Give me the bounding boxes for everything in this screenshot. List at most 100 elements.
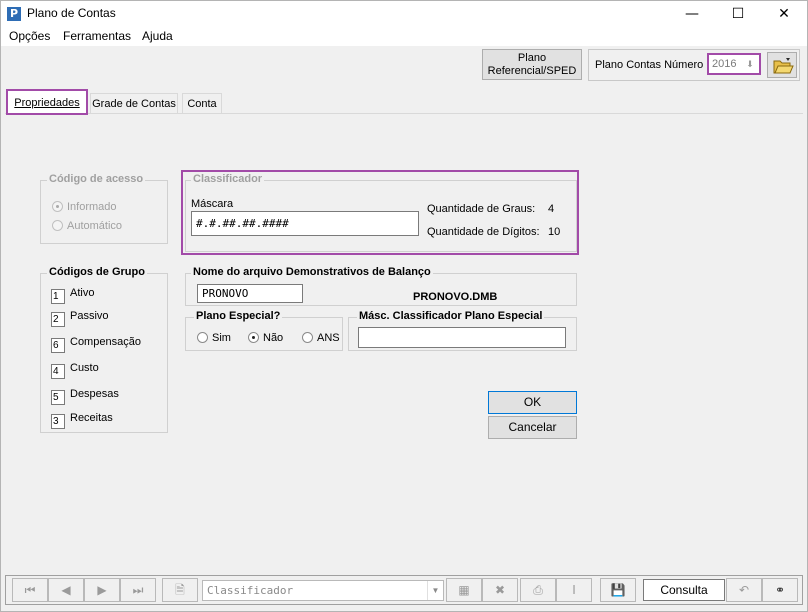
tab-divider — [5, 113, 803, 114]
demonstrativos-value: PRONOVO — [202, 287, 249, 300]
masc-especial-input[interactable] — [358, 327, 566, 348]
tab-grade-de-contas-label: Grade de Contas — [92, 98, 176, 110]
plano-referencial-line2: Referencial/SPED — [487, 65, 577, 77]
print-icon[interactable]: ⎙ — [520, 578, 556, 602]
cancel-button[interactable]: Cancelar — [488, 416, 577, 439]
undo-icon[interactable]: ↶ — [726, 578, 762, 602]
codigo-acesso-group: Código de acesso Informado Automático — [40, 173, 168, 244]
plano-especial-title: Plano Especial? — [194, 310, 283, 322]
radio-automatico[interactable]: Automático — [52, 220, 122, 232]
grupo-code-field[interactable]: 3 — [51, 414, 65, 429]
cancel-label: Cancelar — [508, 420, 557, 434]
radio-sim-dot — [197, 332, 208, 343]
grupo-code-field[interactable]: 4 — [51, 364, 65, 379]
next-record-icon[interactable]: ▶ — [84, 578, 120, 602]
tab-propriedades[interactable]: Propriedades — [6, 89, 88, 115]
plano-especial-group: Plano Especial? Sim Não ANS — [185, 310, 343, 351]
close-icon[interactable]: ✕ — [761, 1, 807, 27]
mascara-label: Máscara — [191, 198, 234, 210]
ok-button[interactable]: OK — [488, 391, 577, 414]
plano-referencial-button[interactable]: Plano Referencial/SPED — [482, 49, 582, 80]
open-folder-icon — [773, 58, 794, 74]
first-record-icon[interactable]: ⏮ — [12, 578, 48, 602]
chevron-down-icon[interactable]: ▼ — [427, 581, 443, 600]
codigos-grupo-group: Códigos de Grupo 1 Ativo 2 Passivo 6 Compen… — [40, 266, 168, 433]
grupo-row-ativo: 1 Ativo — [51, 287, 94, 304]
grupo-code-field[interactable]: 6 — [51, 338, 65, 353]
digitos-label: Quantidade de Dígitos: — [427, 226, 540, 238]
grupo-label: Ativo — [70, 287, 95, 299]
plano-referencial-line1: Plano — [517, 52, 547, 64]
tab-grade-de-contas[interactable]: Grade de Contas — [90, 93, 178, 113]
ok-label: OK — [523, 395, 542, 409]
mascara-value: #.#.##.##.#### — [196, 217, 289, 230]
grupo-label: Passivo — [70, 310, 109, 322]
tab-conta[interactable]: Conta — [182, 93, 222, 113]
radio-informado-label: Informado — [67, 201, 117, 213]
radio-nao-label: Não — [263, 332, 284, 344]
italic-icon[interactable]: I — [556, 578, 592, 602]
grupo-code-field[interactable]: 1 — [51, 289, 65, 304]
radio-nao-dot — [248, 332, 259, 343]
plano-contas-numero-panel: Plano Contas Número 2016 ⬇ — [588, 49, 800, 81]
previous-record-icon[interactable]: ◀ — [48, 578, 84, 602]
binoculars-icon[interactable]: ⚭ — [762, 578, 798, 602]
plano-contas-numero-value: 2016 — [712, 58, 737, 70]
main-window: P Plano de Contas — ☐ ✕ Opções Ferrament… — [0, 0, 808, 612]
title-bar: P Plano de Contas — ☐ ✕ — [1, 1, 807, 27]
digitos-value: 10 — [548, 226, 561, 238]
last-record-icon[interactable]: ⏭ — [120, 578, 156, 602]
navigation-bar: ⏮ ◀ ▶ ⏭ 🗎 Classificador ▼ ▦ ✖ ⎙ I 💾 Cons… — [5, 575, 803, 605]
grupo-row-custo: 4 Custo — [51, 362, 99, 379]
grupo-row-despesas: 5 Despesas — [51, 388, 119, 405]
delete-icon[interactable]: ✖ — [482, 578, 518, 602]
grupo-code-field[interactable]: 5 — [51, 390, 65, 405]
radio-sim-label: Sim — [212, 332, 231, 344]
tab-conta-label: Conta — [187, 98, 217, 110]
tab-propriedades-label: Propriedades — [14, 97, 80, 109]
graus-label: Quantidade de Graus: — [427, 203, 536, 215]
demonstrativos-input[interactable]: PRONOVO — [197, 284, 303, 303]
field-combo-value: Classificador — [207, 584, 294, 597]
masc-especial-title: Másc. Classificador Plano Especial — [357, 310, 545, 322]
radio-ans-label: ANS — [317, 332, 340, 344]
calculator-icon[interactable]: ▦ — [446, 578, 482, 602]
radio-sim[interactable]: Sim — [197, 332, 231, 344]
menu-bar: Opções Ferramentas Ajuda — [1, 27, 807, 46]
field-combo[interactable]: Classificador ▼ — [202, 580, 444, 601]
grupo-row-compensacao: 6 Compensação — [51, 336, 141, 353]
maximize-icon[interactable]: ☐ — [715, 1, 761, 27]
plano-contas-numero-label: Plano Contas Número — [595, 59, 704, 71]
grupo-row-receitas: 3 Receitas — [51, 412, 113, 429]
demonstrativos-group: Nome do arquivo Demonstrativos de Balanç… — [185, 266, 577, 306]
grupo-label: Compensação — [70, 336, 141, 348]
grupo-label: Receitas — [70, 412, 113, 424]
radio-informado[interactable]: Informado — [52, 201, 117, 213]
classificador-title: Classificador — [191, 173, 265, 185]
window-title: Plano de Contas — [27, 6, 116, 20]
codigos-grupo-title: Códigos de Grupo — [47, 266, 147, 278]
status-value: Consulta — [660, 583, 708, 597]
minimize-icon[interactable]: — — [669, 1, 715, 27]
menu-opcoes[interactable]: Opções — [9, 29, 50, 43]
spin-down-icon[interactable]: ⬇ — [743, 57, 757, 71]
mascara-input[interactable]: #.#.##.##.#### — [191, 211, 419, 236]
grupo-code-field[interactable]: 2 — [51, 312, 65, 327]
grupo-label: Custo — [70, 362, 99, 374]
app-icon: P — [7, 7, 21, 21]
document-icon[interactable]: 🗎 — [162, 578, 198, 602]
radio-automatico-label: Automático — [67, 220, 123, 232]
radio-nao[interactable]: Não — [248, 332, 283, 344]
save-icon[interactable]: 💾 — [600, 578, 636, 602]
demonstrativos-file: PRONOVO.DMB — [413, 291, 498, 303]
grupo-label: Despesas — [70, 388, 119, 400]
radio-ans[interactable]: ANS — [302, 332, 340, 344]
menu-ajuda[interactable]: Ajuda — [142, 29, 173, 43]
demonstrativos-title: Nome do arquivo Demonstrativos de Balanç… — [191, 266, 433, 278]
grupo-row-passivo: 2 Passivo — [51, 310, 109, 327]
menu-ferramentas[interactable]: Ferramentas — [63, 29, 131, 43]
open-folder-button[interactable] — [767, 52, 797, 78]
codigo-acesso-title: Código de acesso — [47, 173, 146, 185]
masc-especial-group: Másc. Classificador Plano Especial — [348, 310, 577, 351]
plano-contas-numero-field[interactable]: 2016 ⬇ — [707, 53, 761, 75]
